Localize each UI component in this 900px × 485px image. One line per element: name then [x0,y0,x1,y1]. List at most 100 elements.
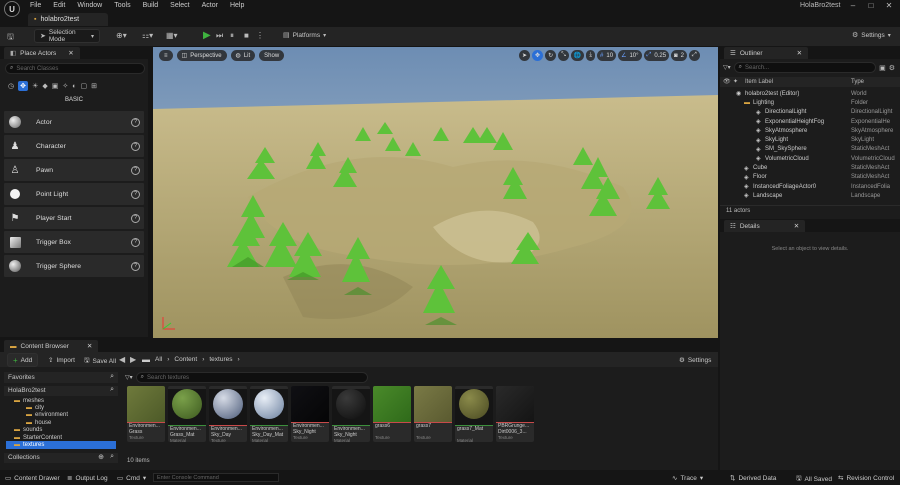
lit-button[interactable]: ◍ Lit [230,50,256,61]
actor-item-trigger-box[interactable]: Trigger Box ? [4,231,144,253]
search-icon[interactable]: ⌕ [110,453,114,461]
item-label-column[interactable]: Item Label [745,79,773,85]
actor-item-point-light[interactable]: Point Light ? [4,183,144,205]
revision-control-button[interactable]: ⇆ Revision Control [838,474,894,483]
maximize-icon[interactable]: □ [862,1,880,10]
content-drawer-button[interactable]: ▭ Content Drawer [5,474,60,483]
asset-tile[interactable]: Environmen... Sky_Day_Mat Material [250,386,288,442]
unreal-logo-icon[interactable]: U [4,1,20,17]
pause-icon[interactable]: ⏸ [230,31,234,41]
cb-settings-button[interactable]: ⚙ Settings [679,356,711,365]
back-icon[interactable]: ◀ [119,355,125,364]
all-classes-icon[interactable]: ⊞ [91,82,97,90]
search-icon[interactable]: ⌕ [110,386,114,394]
forward-icon[interactable]: ▶ [130,355,136,364]
content-browser-tab[interactable]: ▬ Content Browser ✕ [4,340,99,352]
blueprint-icon[interactable]: ⚏▾ [142,31,153,40]
asset-tile[interactable]: grass6 Texture [373,386,411,442]
scale-snap-button[interactable]: ⤢ 0.25 [643,50,670,61]
project-root-section[interactable]: HolaBro2test ⌕ [4,386,118,396]
show-button[interactable]: Show [259,50,285,61]
favorites-section[interactable]: Favorites ⌕ [4,372,118,383]
actor-item-player-start[interactable]: ⚑ Player Start ? [4,207,144,229]
folder-tree-item[interactable]: ▬ sounds [6,427,116,434]
cinematics-icon[interactable]: ▦▾ [166,31,178,40]
trace-button[interactable]: ∿ Trace ▾ [672,474,703,483]
outliner-row[interactable]: ◉ holabro2test (Editor) World [720,89,900,98]
console-input[interactable]: Enter Console Command [153,473,279,482]
add-collection-icon[interactable]: ⊕ [98,453,104,461]
add-button[interactable]: + Add [7,353,39,367]
settings-icon[interactable]: ⚙ [889,64,895,72]
menu-window[interactable]: Window [77,2,102,9]
menu-tools[interactable]: Tools [114,2,130,9]
outliner-search-input[interactable]: ⌕ Search... [733,62,877,73]
help-icon[interactable]: ? [131,237,140,247]
output-log-button[interactable]: ≣ Output Log [67,474,108,483]
menu-actor[interactable]: Actor [202,2,218,9]
level-viewport[interactable]: ≡ ◫ Perspective ◍ Lit Show ➤ ✥ ↻ ⤡ 🌐 ⤓ #10… [153,47,718,338]
filter-icon[interactable]: ▽▾ [125,374,133,381]
camera-speed-button[interactable]: ◙ 2 [671,50,688,61]
menu-build[interactable]: Build [143,2,159,9]
outliner-row[interactable]: ◈ SkyAtmosphere SkyAtmosphere [720,126,900,135]
geometry-icon[interactable]: ◐ [72,83,76,90]
maximize-viewport-icon[interactable]: ⤢ [689,50,700,61]
folder-tree-item[interactable]: ▬ city [6,404,116,411]
stop-icon[interactable]: ■ [244,31,249,40]
asset-tile[interactable]: grass7_Mat Material [455,386,493,442]
all-saved-button[interactable]: 🖫 All Saved [796,474,832,485]
close-icon[interactable]: ✕ [794,222,799,230]
type-column[interactable]: Type [851,79,864,85]
collections-section[interactable]: Collections ⊕ ⌕ [4,453,118,463]
rotation-snap-button[interactable]: ∠ 10° [618,50,642,61]
folder-tree-item[interactable]: ▬ environment [6,412,116,419]
outliner-row[interactable]: ◈ Cube StaticMeshAct [720,163,900,172]
play-icon[interactable]: ▶ [203,30,211,41]
shapes-icon[interactable]: ◆ [42,82,47,90]
outliner-row[interactable]: ◈ Landscape Landscape [720,191,900,200]
asset-tile[interactable]: Environmen... Grass_Mat Material [168,386,206,442]
grid-snap-button[interactable]: #10 [597,50,617,61]
actor-item-pawn[interactable]: ♙ Pawn ? [4,159,144,181]
menu-select[interactable]: Select [170,2,189,9]
actor-item-trigger-sphere[interactable]: Trigger Sphere ? [4,255,144,277]
place-actors-tab[interactable]: ◧ Place Actors ✕ [4,47,80,59]
recent-icon[interactable]: ◷ [8,82,14,90]
help-icon[interactable]: ? [131,141,140,151]
add-folder-icon[interactable]: ▣ [879,64,886,72]
import-button[interactable]: ⇪ Import [48,356,75,365]
asset-tile[interactable]: PBRGrunge... Dirt0006_3... Texture [496,386,534,442]
menu-file[interactable]: File [30,2,41,9]
cmd-button[interactable]: ▭ Cmd ▾ [117,474,146,483]
outliner-row[interactable]: ◈ VolumetricCloud VolumetricCloud [720,154,900,163]
menu-edit[interactable]: Edit [53,2,65,9]
outliner-tab[interactable]: ☰ Outliner ✕ [724,47,809,59]
menu-help[interactable]: Help [230,2,244,9]
derived-data-button[interactable]: ⇅ Derived Data [730,474,776,483]
save-all-button[interactable]: 🖫 Save All [84,356,116,367]
actor-item-actor[interactable]: Actor ? [4,111,144,133]
lights-icon[interactable]: ☀ [32,82,38,90]
asset-search-input[interactable]: ⌕ Search textures [135,372,368,383]
asset-tile[interactable]: grass7 Texture [414,386,452,442]
outliner-row[interactable]: ◈ InstancedFoliageActor0 InstancedFolia [720,182,900,191]
search-classes-input[interactable]: ⌕ Search Classes [5,63,145,74]
asset-tile[interactable]: Environmen... Sky_Day Texture [209,386,247,442]
volumes-icon[interactable]: ▢ [81,82,88,90]
platforms-button[interactable]: ▤ Platforms ▾ [283,31,326,40]
breadcrumb-content[interactable]: Content [174,356,197,363]
visual-effects-icon[interactable]: ✧ [62,82,68,90]
asset-tile[interactable]: Environmen... Sky_Night Material [332,386,370,442]
filter-icon[interactable]: ▽▾ [723,64,731,71]
selection-mode-button[interactable]: ➤ Selection Mode ▾ [34,29,100,43]
select-mode-icon[interactable]: ➤ [519,50,531,61]
basic-icon[interactable]: ✥ [18,81,29,91]
minimize-icon[interactable]: – [844,1,862,10]
outliner-row[interactable]: ◈ DirectionalLight DirectionalLight [720,108,900,117]
folder-tree-item[interactable]: ▬ meshes [6,397,116,404]
viewport-options-button[interactable]: ≡ [159,50,173,61]
folder-icon[interactable]: ▬ [142,355,150,364]
outliner-row[interactable]: ◈ SM_SkySphere StaticMeshAct [720,145,900,154]
scale-icon[interactable]: ⤡ [558,50,569,61]
